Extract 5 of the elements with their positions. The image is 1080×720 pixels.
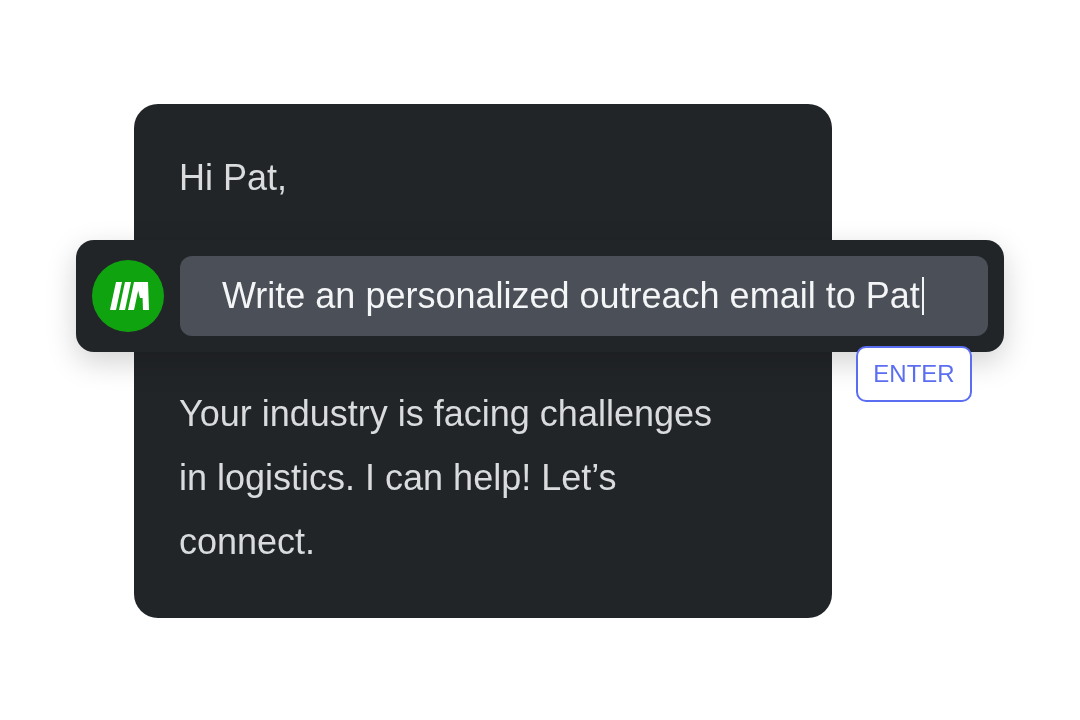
prompt-input[interactable]: Write an personalized outreach email to Pat [180, 256, 988, 336]
email-body: Your industry is facing challenges in logistics. I can help! Let’s connect. [179, 392, 713, 564]
logo-icon [92, 260, 164, 332]
email-greeting: Hi Pat, [179, 158, 288, 198]
enter-key-hint: ENTER [856, 346, 972, 402]
